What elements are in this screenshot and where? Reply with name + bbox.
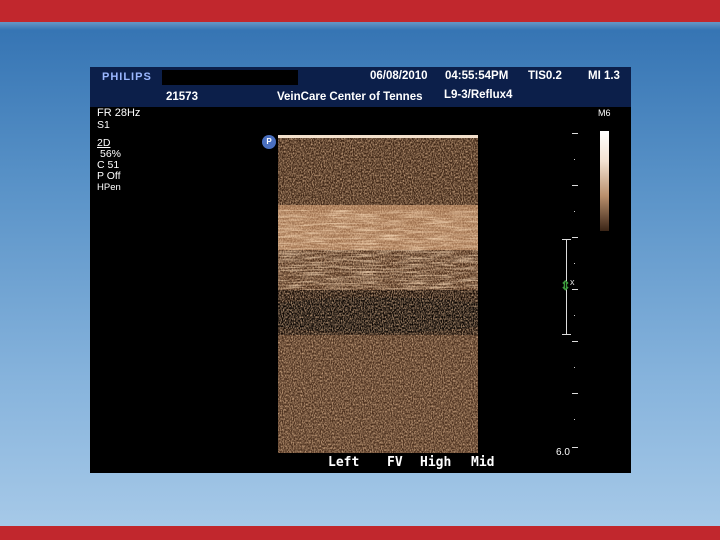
harmonic-mode: HPen: [97, 182, 121, 193]
depth-tick: [572, 341, 578, 342]
depth-dot: [574, 367, 575, 368]
facility-name: VeinCare Center of Tennes: [277, 91, 423, 103]
gate-bottom-cap: [562, 334, 571, 335]
depth-readout: 6.0: [556, 447, 570, 458]
mi-index: MI 1.3: [588, 70, 620, 82]
ultrasound-header: PHILIPS 06/08/2010 04:55:54PM TIS0.2 MI …: [90, 67, 631, 107]
brand-logo: PHILIPS: [102, 71, 152, 83]
annotation-side: Left: [328, 455, 360, 470]
s1-setting: S1: [97, 119, 110, 131]
annotation-position: Mid: [471, 455, 495, 470]
depth-tick: [572, 185, 578, 186]
tis-index: TIS0.2: [528, 70, 562, 82]
persistence-setting: P Off: [97, 170, 121, 182]
depth-dot: [574, 159, 575, 160]
gain-percent: 56%: [100, 148, 122, 160]
top-accent-bar: [0, 0, 720, 22]
top-gloss-stripe: [0, 22, 720, 30]
annotation-vessel: FV: [387, 455, 403, 470]
depth-scale: [564, 133, 584, 463]
depth-tick: [572, 133, 578, 134]
depth-tick: [572, 393, 578, 394]
probe-preset: L9-3/Reflux4: [444, 89, 513, 101]
depth-dot: [574, 263, 575, 264]
ultrasound-screen: PHILIPS 06/08/2010 04:55:54PM TIS0.2 MI …: [90, 67, 631, 473]
grayscale-bar: [600, 131, 609, 231]
patient-id: 21573: [166, 91, 198, 103]
bottom-accent-bar: [0, 526, 720, 540]
depth-dot: [574, 315, 575, 316]
exam-date: 06/08/2010: [370, 70, 428, 82]
mode-2d: 2D: [97, 137, 111, 149]
grayscale-map-label: M6: [598, 108, 611, 118]
depth-tick: [572, 237, 578, 238]
probe-orientation-marker: P: [262, 135, 276, 149]
depth-tick: [572, 289, 578, 290]
depth-tick: [572, 447, 578, 448]
ultrasound-image: [278, 135, 478, 453]
depth-dot: [574, 419, 575, 420]
frame-rate: FR 28Hz: [97, 107, 141, 119]
compression-setting: C 51: [97, 159, 120, 171]
gate-marker: x: [570, 277, 575, 287]
redacted-patient-name: [162, 70, 298, 85]
depth-dot: [574, 211, 575, 212]
exam-time: 04:55:54PM: [445, 70, 509, 82]
annotation-level: High: [420, 455, 452, 470]
